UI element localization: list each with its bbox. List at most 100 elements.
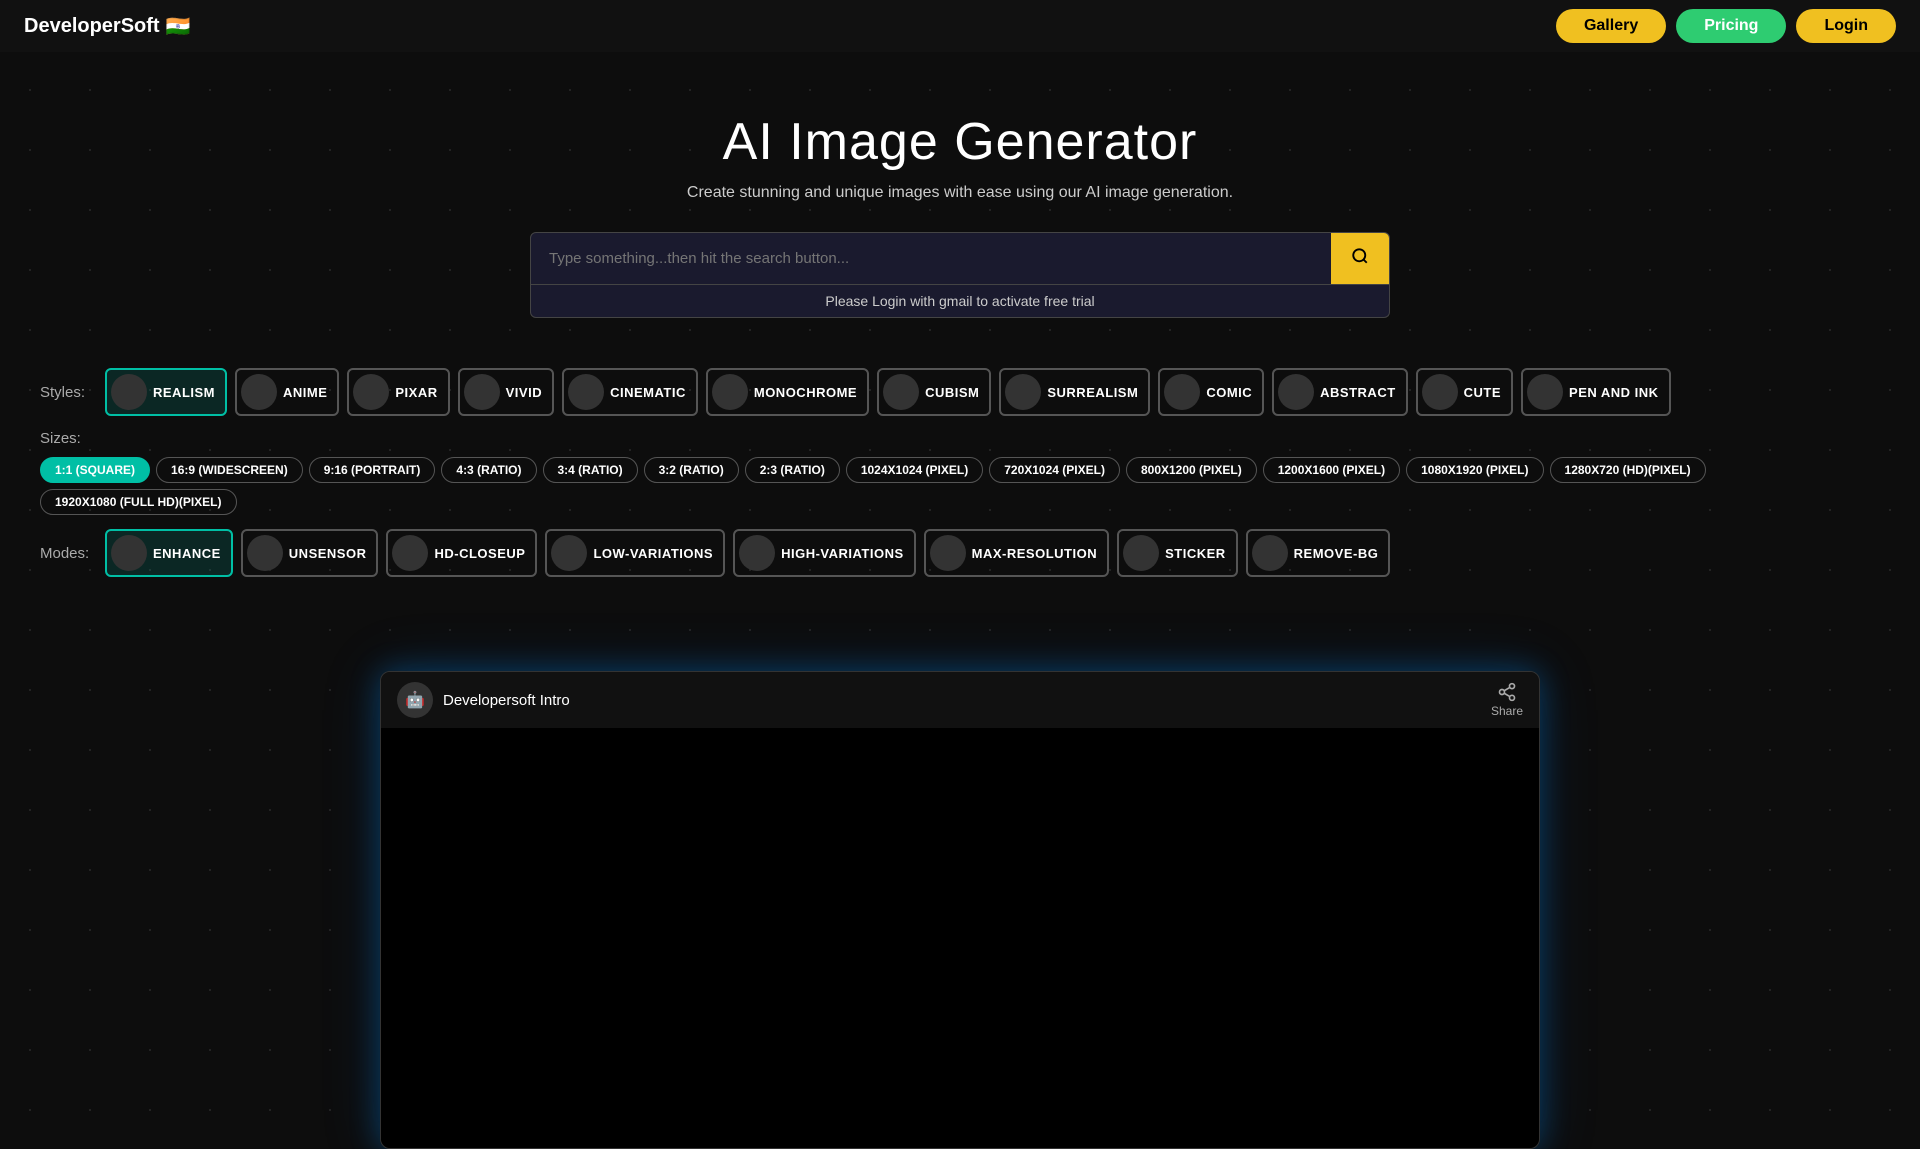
mode-chip-img-enhance [111, 535, 147, 571]
style-chip-abstract[interactable]: ABSTRACT [1272, 368, 1408, 416]
style-chip-img-cubism [883, 374, 919, 410]
size-chip-1200x1600[interactable]: 1200X1600 (PIXEL) [1263, 457, 1400, 483]
size-chip-1-1[interactable]: 1:1 (SQUARE) [40, 457, 150, 483]
mode-chip-img-hdcloseup [392, 535, 428, 571]
pricing-button[interactable]: Pricing [1676, 9, 1786, 43]
style-chip-img-cute [1422, 374, 1458, 410]
mode-chip-unsensor[interactable]: UNSENSOR [241, 529, 379, 577]
share-label: Share [1491, 704, 1523, 718]
style-chip-vivid[interactable]: VIVID [458, 368, 554, 416]
style-chip-img-vivid [464, 374, 500, 410]
sizes-label: Sizes: [40, 430, 95, 447]
size-chip-1080x1920[interactable]: 1080X1920 (PIXEL) [1406, 457, 1543, 483]
mode-chip-label-enhance: ENHANCE [153, 546, 221, 561]
search-container: Please Login with gmail to activate free… [530, 232, 1390, 318]
mode-chip-label-unsensor: UNSENSOR [289, 546, 367, 561]
style-chip-img-penandink [1527, 374, 1563, 410]
sizes-chips: 1:1 (SQUARE)16:9 (WIDESCREEN)9:16 (PORTR… [40, 457, 1880, 515]
mode-chip-removebg[interactable]: REMOVE-BG [1246, 529, 1391, 577]
style-chip-monochrome[interactable]: MONOCHROME [706, 368, 869, 416]
hero-subtitle: Create stunning and unique images with e… [20, 184, 1900, 202]
search-bar [530, 232, 1390, 285]
hero-section: AI Image Generator Create stunning and u… [0, 52, 1920, 348]
search-input[interactable] [531, 236, 1331, 281]
style-chip-cubism[interactable]: CUBISM [877, 368, 991, 416]
mode-chip-label-lowvar: LOW-VARIATIONS [593, 546, 713, 561]
styles-row: Styles: REALISM ANIME PIXAR VIVID CINEMA… [40, 368, 1880, 416]
mode-chip-maxres[interactable]: MAX-RESOLUTION [924, 529, 1109, 577]
video-header: 🤖 Developersoft Intro Share [381, 672, 1539, 728]
mode-chip-label-highvar: HIGH-VARIATIONS [781, 546, 904, 561]
mode-chip-img-highvar [739, 535, 775, 571]
style-chip-pixar[interactable]: PIXAR [347, 368, 449, 416]
style-chip-label-vivid: VIVID [506, 385, 542, 400]
size-chip-3-2[interactable]: 3:2 (RATIO) [644, 457, 739, 483]
style-chip-img-abstract [1278, 374, 1314, 410]
style-chip-label-abstract: ABSTRACT [1320, 385, 1396, 400]
style-chip-label-pixar: PIXAR [395, 385, 437, 400]
style-chip-img-surrealism [1005, 374, 1041, 410]
mode-chip-img-lowvar [551, 535, 587, 571]
mode-chip-lowvar[interactable]: LOW-VARIATIONS [545, 529, 725, 577]
mode-chip-enhance[interactable]: ENHANCE [105, 529, 233, 577]
gallery-button[interactable]: Gallery [1556, 9, 1666, 43]
modes-chips: ENHANCE UNSENSOR HD-CLOSEUP LOW-VARIATIO… [105, 529, 1390, 577]
video-title-area: 🤖 Developersoft Intro [397, 682, 570, 718]
size-chip-9-16[interactable]: 9:16 (PORTRAIT) [309, 457, 436, 483]
style-chip-comic[interactable]: COMIC [1158, 368, 1264, 416]
video-container: 🤖 Developersoft Intro Share [380, 671, 1540, 1149]
style-chip-label-cinematic: CINEMATIC [610, 385, 686, 400]
mode-chip-sticker[interactable]: STICKER [1117, 529, 1238, 577]
mode-chip-img-maxres [930, 535, 966, 571]
style-chip-label-monochrome: MONOCHROME [754, 385, 857, 400]
style-chip-img-anime [241, 374, 277, 410]
style-chip-label-penandink: PEN AND INK [1569, 385, 1659, 400]
mode-chip-hdcloseup[interactable]: HD-CLOSEUP [386, 529, 537, 577]
style-chip-label-realism: REALISM [153, 385, 215, 400]
style-chip-label-cubism: CUBISM [925, 385, 979, 400]
size-chip-16-9[interactable]: 16:9 (WIDESCREEN) [156, 457, 303, 483]
size-chip-1280x720[interactable]: 1280X720 (HD)(PIXEL) [1550, 457, 1706, 483]
video-body[interactable] [381, 728, 1539, 1148]
flag-icon: 🇮🇳 [166, 14, 191, 39]
styles-label: Styles: [40, 384, 95, 401]
style-chip-realism[interactable]: REALISM [105, 368, 227, 416]
style-chip-surrealism[interactable]: SURREALISM [999, 368, 1150, 416]
video-section: 🤖 Developersoft Intro Share [0, 671, 1920, 1149]
search-button[interactable] [1331, 233, 1389, 284]
size-chip-4-3[interactable]: 4:3 (RATIO) [441, 457, 536, 483]
mode-chip-label-hdcloseup: HD-CLOSEUP [434, 546, 525, 561]
style-chip-label-comic: COMIC [1206, 385, 1252, 400]
mode-chip-highvar[interactable]: HIGH-VARIATIONS [733, 529, 916, 577]
nav-buttons: Gallery Pricing Login [1556, 9, 1896, 43]
size-chip-1024x1024[interactable]: 1024X1024 (PIXEL) [846, 457, 983, 483]
modes-row: Modes: ENHANCE UNSENSOR HD-CLOSEUP LOW-V… [40, 529, 1880, 577]
style-chip-penandink[interactable]: PEN AND INK [1521, 368, 1671, 416]
modes-label: Modes: [40, 545, 95, 562]
login-button[interactable]: Login [1796, 9, 1896, 43]
size-chip-2-3[interactable]: 2:3 (RATIO) [745, 457, 840, 483]
mode-chip-label-removebg: REMOVE-BG [1294, 546, 1379, 561]
style-chip-cute[interactable]: CUTE [1416, 368, 1513, 416]
mode-chip-img-sticker [1123, 535, 1159, 571]
logo-text: DeveloperSoft [24, 15, 160, 38]
size-chip-3-4[interactable]: 3:4 (RATIO) [543, 457, 638, 483]
share-button[interactable]: Share [1491, 682, 1523, 718]
logo: DeveloperSoft 🇮🇳 [24, 14, 191, 39]
sizes-row: Sizes: 1:1 (SQUARE)16:9 (WIDESCREEN)9:16… [40, 430, 1880, 515]
style-chip-cinematic[interactable]: CINEMATIC [562, 368, 698, 416]
styles-chips: REALISM ANIME PIXAR VIVID CINEMATIC MONO… [105, 368, 1671, 416]
hero-title: AI Image Generator [20, 112, 1900, 172]
mode-chip-label-maxres: MAX-RESOLUTION [972, 546, 1097, 561]
size-chip-800x1200[interactable]: 800X1200 (PIXEL) [1126, 457, 1257, 483]
mode-chip-img-unsensor [247, 535, 283, 571]
video-title: Developersoft Intro [443, 692, 570, 709]
size-chip-1920x1080[interactable]: 1920X1080 (FULL HD)(PIXEL) [40, 489, 237, 515]
navbar: DeveloperSoft 🇮🇳 Gallery Pricing Login [0, 0, 1920, 52]
style-chip-img-pixar [353, 374, 389, 410]
style-chip-anime[interactable]: ANIME [235, 368, 339, 416]
size-chip-720x1024[interactable]: 720X1024 (PIXEL) [989, 457, 1120, 483]
search-icon [1351, 247, 1369, 265]
style-chip-img-cinematic [568, 374, 604, 410]
style-chip-label-surrealism: SURREALISM [1047, 385, 1138, 400]
